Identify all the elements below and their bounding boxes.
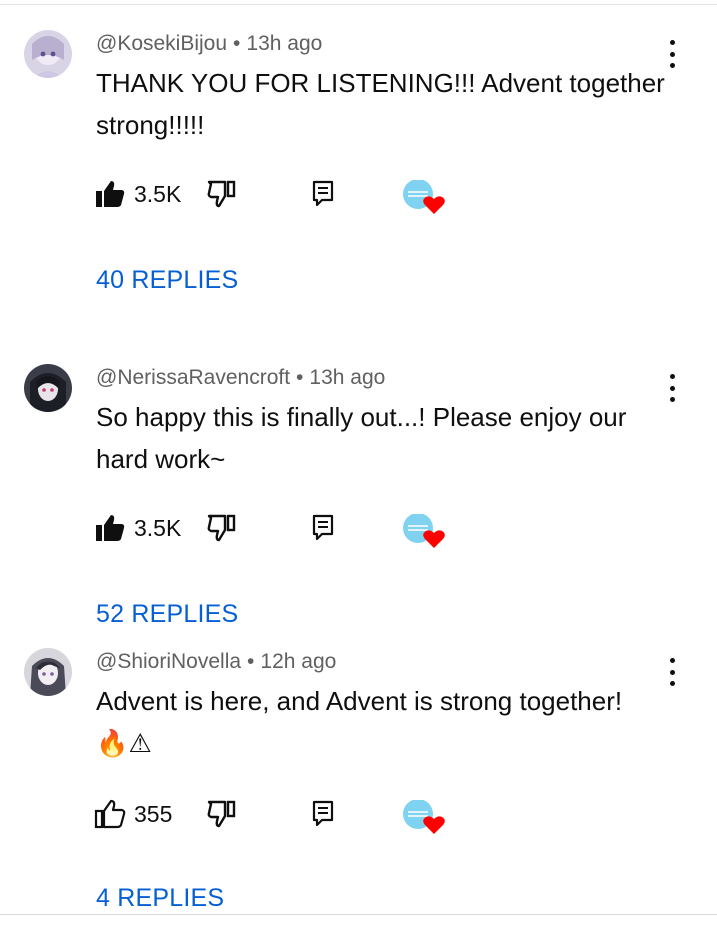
more-options-button[interactable] <box>664 40 680 68</box>
top-divider <box>0 4 717 5</box>
more-vert-icon-dot <box>669 658 675 663</box>
dislike-button[interactable] <box>206 512 238 544</box>
reply-button[interactable] <box>312 800 334 828</box>
like-count: 355 <box>134 800 173 827</box>
author-name[interactable]: @NerissaRavencroft <box>96 366 290 389</box>
comment-text: Advent is here, and Advent is strong tog… <box>96 680 676 765</box>
separator-dot: • <box>233 32 241 55</box>
comment-thread: @ShioriNovella • 12h ago Advent is here, a… <box>0 648 717 948</box>
thumbs-down-icon <box>207 180 236 208</box>
reply-icon <box>312 180 334 207</box>
thumbs-up-icon <box>96 181 125 207</box>
bottom-divider <box>0 914 717 915</box>
avatar[interactable] <box>24 648 72 696</box>
comment-actions: 355 <box>94 798 494 834</box>
avatar[interactable] <box>24 364 72 412</box>
author-name[interactable]: @ShioriNovella <box>96 650 241 673</box>
creator-heart-icon <box>403 179 445 214</box>
comment-text-content: THANK YOU FOR LISTENING!!! Advent togeth… <box>96 68 665 140</box>
author-name[interactable]: @KosekiBijou <box>96 32 227 55</box>
more-options-button[interactable] <box>664 658 680 686</box>
like-count: 3.5K <box>134 180 182 207</box>
like-button[interactable]: 3.5K <box>94 178 181 210</box>
thumbs-down-icon <box>207 800 236 828</box>
comment-emoji: 🔥⚠ <box>96 729 152 759</box>
creator-heart-badge <box>402 513 446 550</box>
more-vert-icon-dot <box>669 374 675 379</box>
separator-dot: • <box>247 650 255 673</box>
comment-meta: @NerissaRavencroft • 13h ago <box>96 364 385 392</box>
thumbs-up-icon <box>94 799 126 829</box>
more-vert-icon-dot <box>669 51 675 57</box>
view-replies-link[interactable]: 4 REPLIES <box>96 884 224 913</box>
avatar[interactable] <box>24 30 72 78</box>
view-replies-link[interactable]: 52 REPLIES <box>96 600 238 629</box>
dislike-button[interactable] <box>206 178 238 210</box>
dislike-button[interactable] <box>206 798 238 830</box>
separator-dot: • <box>296 366 304 389</box>
like-button[interactable]: 355 <box>94 798 172 830</box>
more-vert-icon-dot <box>669 669 675 675</box>
reply-button[interactable] <box>312 180 334 208</box>
more-vert-icon-dot <box>669 63 675 68</box>
thumbs-up-icon <box>96 515 125 541</box>
thumbs-down-icon <box>207 514 236 542</box>
creator-heart-badge <box>402 799 446 836</box>
comment-text-content: So happy this is finally out...! Please … <box>96 402 627 474</box>
more-vert-icon-dot <box>669 681 675 686</box>
comment-meta: @ShioriNovella • 12h ago <box>96 648 336 676</box>
comment-meta: @KosekiBijou • 13h ago <box>96 30 322 58</box>
comment-text-content: Advent is here, and Advent is strong tog… <box>96 686 623 716</box>
comment-text: THANK YOU FOR LISTENING!!! Advent togeth… <box>96 62 676 146</box>
comment-text: So happy this is finally out...! Please … <box>96 396 676 480</box>
like-count: 3.5K <box>134 514 182 541</box>
timestamp: 12h ago <box>260 650 337 673</box>
creator-heart-icon <box>403 513 445 548</box>
reply-icon <box>312 800 334 827</box>
more-vert-icon-dot <box>669 397 675 402</box>
comment-thread: @KosekiBijou • 13h ago THANK YOU FOR LISTE… <box>0 30 717 330</box>
comment-actions: 3.5K <box>94 178 494 214</box>
more-vert-icon-dot <box>669 385 675 391</box>
like-button[interactable]: 3.5K <box>94 512 181 544</box>
more-options-button[interactable] <box>664 374 680 402</box>
timestamp: 13h ago <box>309 366 386 389</box>
more-vert-icon-dot <box>669 40 675 45</box>
comment-actions: 3.5K <box>94 512 494 548</box>
creator-heart-icon <box>403 799 445 834</box>
reply-icon <box>312 514 334 541</box>
reply-button[interactable] <box>312 514 334 542</box>
creator-heart-badge <box>402 179 446 216</box>
comment-thread: @NerissaRavencroft • 13h ago So happy this… <box>0 364 717 664</box>
view-replies-link[interactable]: 40 REPLIES <box>96 266 238 295</box>
timestamp: 13h ago <box>246 32 323 55</box>
